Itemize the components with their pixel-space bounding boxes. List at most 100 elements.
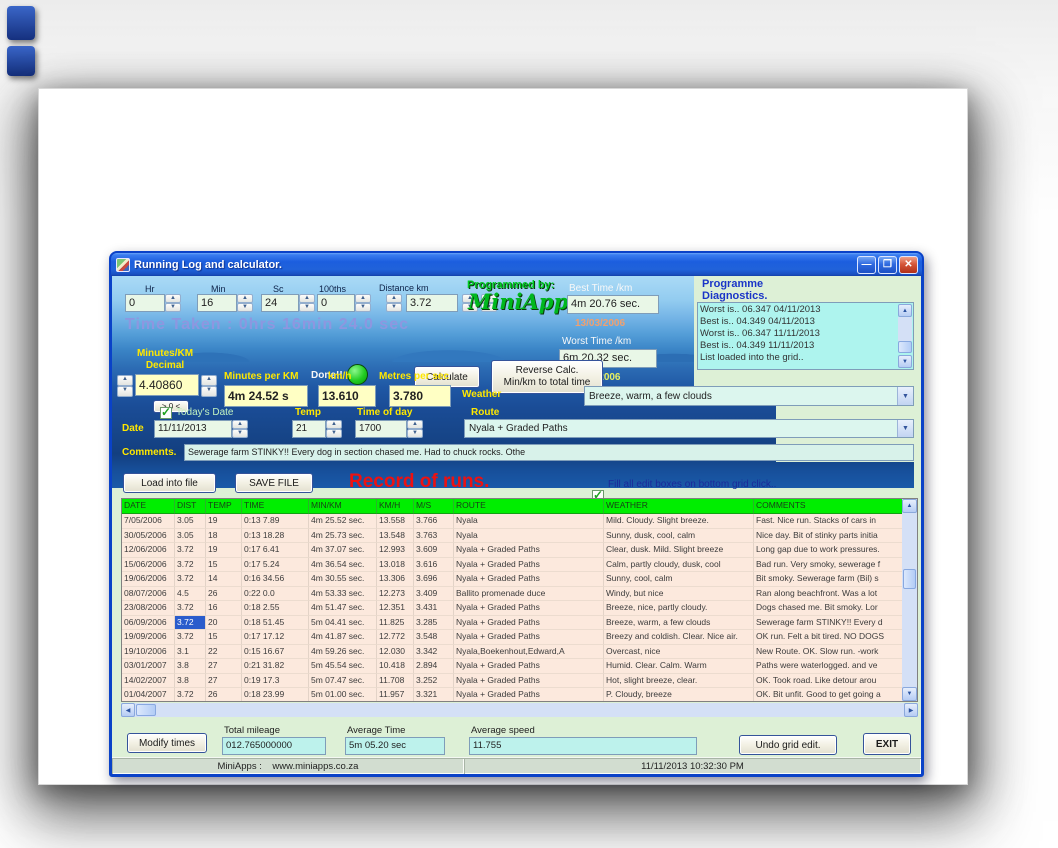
grid-cell[interactable]: 0:16 34.56	[242, 572, 309, 587]
grid-vscrollbar[interactable]: ▲ ▼	[902, 499, 917, 702]
scroll-thumb[interactable]	[898, 341, 912, 353]
table-row[interactable]: 23/08/20063.72160:18 2.554m 51.47 sec.12…	[122, 601, 917, 616]
grid-column-header[interactable]: TIME	[242, 499, 309, 514]
date-stepper[interactable]: ▲▼	[232, 420, 248, 438]
grid-cell[interactable]: 4m 25.52 sec.	[309, 514, 377, 529]
grid-cell[interactable]: 01/04/2007	[122, 688, 175, 702]
grid-cell[interactable]: 15	[206, 630, 242, 645]
grid-cell[interactable]: 12.030	[377, 645, 414, 660]
scroll-left-icon[interactable]: ◀	[121, 703, 135, 717]
grid-cell[interactable]: 4m 37.07 sec.	[309, 543, 377, 558]
table-row[interactable]: 30/05/20063.05180:13 18.284m 25.73 sec.1…	[122, 529, 917, 544]
grid-cell[interactable]: 3.72	[175, 543, 206, 558]
grid-cell[interactable]: 3.409	[414, 587, 454, 602]
grid-cell[interactable]: 3.72	[175, 601, 206, 616]
table-row[interactable]: 03/01/20073.8270:21 31.825m 45.54 sec.10…	[122, 659, 917, 674]
grid-cell[interactable]: 3.05	[175, 514, 206, 529]
grid-cell[interactable]: 11.825	[377, 616, 414, 631]
grid-cell[interactable]: 27	[206, 674, 242, 689]
grid-cell[interactable]: OK. Bit unfit. Good to get going a	[754, 688, 904, 702]
sec-field[interactable]: 24	[261, 294, 299, 312]
grid-cell[interactable]: Nyala + Graded Paths	[454, 601, 604, 616]
date-field[interactable]: 11/11/2013	[154, 420, 232, 438]
grid-cell[interactable]: 4m 41.87 sec.	[309, 630, 377, 645]
hr-field[interactable]: 0	[125, 294, 165, 312]
grid-cell[interactable]: 16	[206, 601, 242, 616]
scroll-right-icon[interactable]: ▶	[904, 703, 918, 717]
grid-cell[interactable]: 12/06/2006	[122, 543, 175, 558]
grid-cell[interactable]: Hot, slight breeze, clear.	[604, 674, 754, 689]
diagnostics-listbox[interactable]: Worst is.. 06.347 04/11/2013Best is.. 04…	[697, 302, 914, 370]
grid-cell[interactable]: 14/02/2007	[122, 674, 175, 689]
min-stepper[interactable]: ▲▼	[237, 294, 253, 312]
grid-cell[interactable]: 14	[206, 572, 242, 587]
grid-cell[interactable]: 22	[206, 645, 242, 660]
grid-column-header[interactable]: TEMP	[206, 499, 242, 514]
grid-cell[interactable]: 20	[206, 616, 242, 631]
grid-cell[interactable]: 0:17 17.12	[242, 630, 309, 645]
grid-cell[interactable]: 15	[206, 558, 242, 573]
grid-cell[interactable]: Clear, dusk. Mild. Slight breeze	[604, 543, 754, 558]
grid-cell[interactable]: 4m 25.73 sec.	[309, 529, 377, 544]
grid-column-header[interactable]: COMMENTS	[754, 499, 904, 514]
grid-cell[interactable]: 3.8	[175, 659, 206, 674]
grid-cell[interactable]: 13.306	[377, 572, 414, 587]
grid-cell[interactable]: Nyala + Graded Paths	[454, 558, 604, 573]
grid-cell[interactable]: OK. Took road. Like detour arou	[754, 674, 904, 689]
table-row[interactable]: 01/04/20073.72260:18 23.995m 01.00 sec.1…	[122, 688, 917, 702]
grid-cell[interactable]: Nyala + Graded Paths	[454, 616, 604, 631]
grid-cell[interactable]: 3.72	[175, 616, 206, 631]
grid-cell[interactable]: 23/08/2006	[122, 601, 175, 616]
grid-cell[interactable]: 18	[206, 529, 242, 544]
grid-cell[interactable]: 0:13 7.89	[242, 514, 309, 529]
grid-cell[interactable]: 12.993	[377, 543, 414, 558]
comments-field[interactable]: Sewerage farm STINKY!! Every dog in sect…	[184, 444, 914, 461]
grid-column-header[interactable]: M/S	[414, 499, 454, 514]
table-row[interactable]: 08/07/20064.5260:22 0.04m 53.33 sec.12.2…	[122, 587, 917, 602]
grid-cell[interactable]: Breezy and coldish. Clear. Nice air.	[604, 630, 754, 645]
grid-cell[interactable]: Ran along beachfront. Was a lot	[754, 587, 904, 602]
grid-cell[interactable]: 3.8	[175, 674, 206, 689]
grid-cell[interactable]: New Route. OK. Slow run. -work	[754, 645, 904, 660]
grid-cell[interactable]: 19	[206, 543, 242, 558]
diagnostics-scrollbar[interactable]: ▲ ▼	[898, 304, 912, 368]
grid-cell[interactable]: 11.957	[377, 688, 414, 702]
grid-cell[interactable]: 3.252	[414, 674, 454, 689]
grid-column-header[interactable]: KM/H	[377, 499, 414, 514]
grid-cell[interactable]: 19/06/2006	[122, 572, 175, 587]
route-combo[interactable]: Nyala + Graded Paths▼	[464, 419, 914, 438]
grid-cell[interactable]: 3.616	[414, 558, 454, 573]
grid-cell[interactable]: 3.696	[414, 572, 454, 587]
grid-cell[interactable]: Humid. Clear. Calm. Warm	[604, 659, 754, 674]
grid-cell[interactable]: 0:21 31.82	[242, 659, 309, 674]
todays-date-checkbox[interactable]	[160, 407, 172, 419]
scroll-thumb[interactable]	[903, 569, 916, 589]
grid-cell[interactable]: 4m 36.54 sec.	[309, 558, 377, 573]
grid-cell[interactable]: OK run. Felt a bit tired. NO DOGS	[754, 630, 904, 645]
grid-cell[interactable]: 2.894	[414, 659, 454, 674]
grid-cell[interactable]: Long gap due to work pressures.	[754, 543, 904, 558]
grid-column-header[interactable]: WEATHER	[604, 499, 754, 514]
grid-column-header[interactable]: MIN/KM	[309, 499, 377, 514]
weather-combo[interactable]: Breeze, warm, a few clouds▼	[584, 386, 914, 406]
grid-cell[interactable]: 0:15 16.67	[242, 645, 309, 660]
grid-cell[interactable]: 11.708	[377, 674, 414, 689]
grid-cell[interactable]: 19	[206, 514, 242, 529]
grid-cell[interactable]: 13.548	[377, 529, 414, 544]
grid-cell[interactable]: 08/07/2006	[122, 587, 175, 602]
temp-stepper[interactable]: ▲▼	[326, 420, 342, 438]
scroll-down-icon[interactable]: ▼	[902, 687, 917, 701]
modify-times-button[interactable]: Modify times	[127, 733, 207, 753]
hr-stepper[interactable]: ▲▼	[165, 294, 181, 312]
grid-cell[interactable]: 5m 45.54 sec.	[309, 659, 377, 674]
time-of-day-stepper[interactable]: ▲▼	[407, 420, 423, 438]
grid-cell[interactable]: 3.72	[175, 558, 206, 573]
grid-cell[interactable]: Breeze, nice, partly cloudy.	[604, 601, 754, 616]
table-row[interactable]: 06/09/20063.72200:18 51.455m 04.41 sec.1…	[122, 616, 917, 631]
grid-cell[interactable]: 19/10/2006	[122, 645, 175, 660]
undo-grid-edit-button[interactable]: Undo grid edit.	[739, 735, 837, 755]
grid-cell[interactable]: Calm, partly cloudy, dusk, cool	[604, 558, 754, 573]
grid-column-header[interactable]: DATE	[122, 499, 175, 514]
grid-cell[interactable]: 4m 51.47 sec.	[309, 601, 377, 616]
distance-field[interactable]: 3.72	[406, 294, 458, 312]
